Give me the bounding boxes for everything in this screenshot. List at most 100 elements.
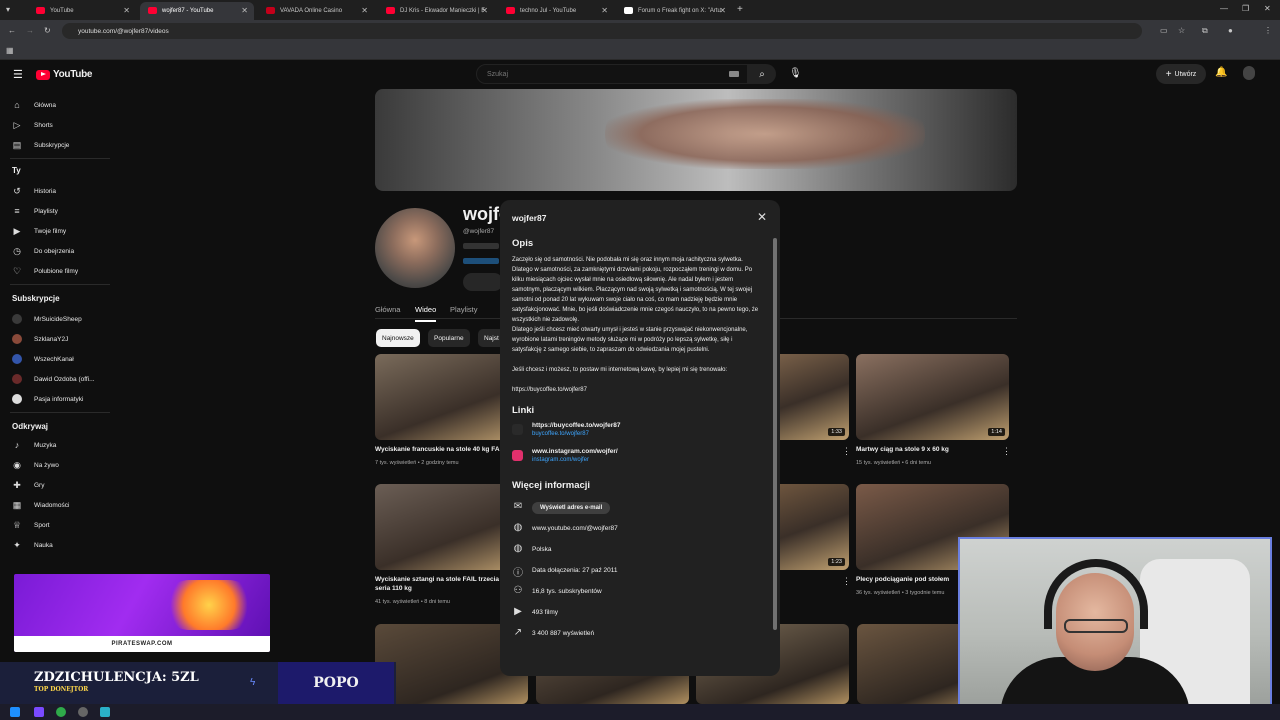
chip-popular[interactable]: Popularne — [428, 329, 470, 347]
bookmark-star-icon[interactable]: ☆ — [1178, 26, 1185, 35]
account-avatar[interactable] — [1243, 66, 1255, 80]
browser-tab-5[interactable]: techno Jul - YouTube ✕ — [498, 2, 614, 20]
sidebar-item-gamepad[interactable]: ✚ Gry — [12, 478, 44, 492]
tab-home[interactable]: Główna — [375, 305, 400, 314]
apps-grid-icon[interactable]: ▦ — [6, 46, 14, 55]
browser-tab-bar: ▾ YouTube ✕ wojfer87 - YouTube ✕ VAVADA … — [0, 0, 1280, 20]
lightning-icon: ϟ — [250, 677, 256, 688]
sidebar-item-shorts[interactable]: ▷ Shorts — [12, 118, 53, 132]
sidebar-item-history[interactable]: ↺ Historia — [12, 184, 56, 198]
link-buycoffee[interactable]: https://buycoffee.to/wojfer87 buycoffee.… — [512, 422, 760, 448]
browser-tab-6[interactable]: Forum o Freak fight on X: "Artu ✕ — [616, 2, 732, 20]
live-icon: ◉ — [13, 459, 21, 470]
link-url[interactable]: instagram.com/wojfer — [532, 457, 760, 463]
donation-subtitle: TOP DONEJTOR — [34, 686, 89, 693]
link-instagram[interactable]: www.instagram.com/wojfer/ instagram.com/… — [512, 448, 760, 474]
sidebar-item-live[interactable]: ◉ Na żywo — [12, 458, 59, 472]
tab-search-icon[interactable]: ▾ — [6, 5, 10, 14]
video-title[interactable]: Wyciskanie sztangi na stole FAIL trzecia… — [375, 576, 515, 594]
video-title[interactable]: Martwy ciąg na stole 9 x 60 kg — [856, 446, 996, 455]
browser-tab-4[interactable]: DJ Kris - Ekwador Manieczki | F ✕ — [378, 2, 494, 20]
search-input[interactable]: Szukaj — [476, 64, 748, 84]
close-tab-icon[interactable]: ✕ — [123, 6, 130, 15]
maximize-icon[interactable]: ❐ — [1242, 4, 1249, 13]
channel-avatar[interactable] — [375, 208, 455, 288]
description-heading: Opis — [512, 238, 534, 249]
channel-link-line[interactable] — [463, 258, 499, 264]
more-options-icon[interactable]: ⋮ — [1002, 446, 1011, 457]
chip-newest[interactable]: Najnowsze — [376, 329, 420, 347]
cast-icon[interactable]: ▭ — [1160, 26, 1168, 35]
sidebar-subs-heading[interactable]: Subskrypcje — [12, 294, 60, 303]
browser-tab-2-active[interactable]: wojfer87 - YouTube ✕ — [140, 2, 254, 20]
sidebar-item-trophy[interactable]: ♕ Sport — [12, 518, 50, 532]
microphone-icon[interactable]: 🎙 — [789, 68, 802, 79]
home-icon: ⌂ — [14, 100, 20, 110]
close-tab-icon[interactable]: ✕ — [481, 6, 488, 15]
sidebar-item-subscriptions[interactable]: ▤ Subskrypcje — [12, 138, 70, 152]
bookmarks-bar: ▦ — [0, 42, 1280, 60]
more-options-icon[interactable]: ⋮ — [842, 576, 851, 587]
sidebar-you-heading[interactable]: Ty — [12, 166, 21, 175]
minimize-icon[interactable]: — — [1220, 4, 1228, 13]
reload-icon[interactable]: ↻ — [44, 26, 51, 35]
video-thumbnail[interactable]: 1:14 — [856, 354, 1009, 440]
subscribe-button[interactable] — [463, 273, 503, 291]
sidebar-item-playlist[interactable]: ≡ Playlisty — [12, 204, 57, 218]
description-text: Zaczęło się od samotności. Nie podobała … — [512, 257, 759, 393]
dialog-scrollbar[interactable] — [773, 238, 777, 630]
close-tab-icon[interactable]: ✕ — [241, 6, 248, 15]
close-icon[interactable]: ✕ — [757, 210, 767, 224]
keyboard-icon[interactable] — [729, 71, 739, 77]
close-tab-icon[interactable]: ✕ — [361, 6, 368, 15]
close-window-icon[interactable]: ✕ — [1264, 4, 1271, 13]
sidebar-subscription[interactable]: Dawid Ozdoba (offi... — [12, 372, 95, 386]
show-email-button[interactable]: Wyświetl adres e-mail — [532, 501, 611, 514]
obs-icon[interactable] — [78, 707, 88, 717]
sidebar-item-clock[interactable]: ◷ Do obejrzenia — [12, 244, 74, 258]
youtube-play-icon — [36, 69, 50, 80]
address-bar[interactable]: youtube.com/@wojfer87/videos — [62, 23, 1142, 39]
sidebar-subscription[interactable]: MrSuicideSheep — [12, 312, 82, 326]
link-url[interactable]: buycoffee.to/wojfer87 — [532, 431, 760, 437]
browser-tab-3[interactable]: VAVADA Online Casino ✕ — [258, 2, 374, 20]
tab-playlists[interactable]: Playlisty — [450, 305, 478, 314]
back-icon[interactable]: ← — [8, 26, 16, 35]
sidebar-subscription[interactable]: Pasja informatyki — [12, 392, 84, 406]
sidebar-subscription[interactable]: WszechKanał — [12, 352, 74, 366]
browser-tab-1[interactable]: YouTube ✕ — [28, 2, 136, 20]
close-tab-icon[interactable]: ✕ — [601, 6, 608, 15]
create-button[interactable]: + Utwórz — [1156, 64, 1206, 84]
sidebar-item-label: Główna — [34, 101, 57, 109]
person-icon: ⚇ — [513, 585, 523, 596]
app-icon[interactable] — [100, 707, 110, 717]
chrome-menu-icon[interactable]: ⋮ — [1264, 26, 1272, 35]
sidebar-item-home[interactable]: ⌂ Główna — [12, 98, 56, 112]
gamepad-icon: ✚ — [13, 479, 21, 490]
app-icon[interactable] — [34, 707, 44, 717]
close-tab-icon[interactable]: ✕ — [719, 6, 726, 15]
extensions-icon[interactable]: ⧉ — [1202, 26, 1208, 36]
search-button[interactable]: ⌕ — [748, 64, 776, 84]
forward-icon[interactable]: → — [26, 26, 34, 35]
youtube-favicon-icon — [148, 7, 157, 14]
sidebar-subscription[interactable]: SzklanaY2J — [12, 332, 68, 346]
video-icon: ▶ — [13, 225, 21, 236]
start-icon[interactable] — [10, 707, 20, 717]
video-title[interactable]: Wyciskanie francuskie na stole 40 kg FA — [375, 446, 515, 455]
sidebar-item-news[interactable]: ▦ Wiadomości — [12, 498, 70, 512]
news-icon: ▦ — [12, 499, 22, 510]
youtube-logo[interactable]: YouTube — [36, 69, 93, 80]
sidebar-item-bulb[interactable]: ✦ Nauka — [12, 538, 53, 552]
sidebar-item-video[interactable]: ▶ Twoje filmy — [12, 224, 67, 238]
chrome-icon[interactable] — [56, 707, 66, 717]
notifications-bell-icon[interactable]: 🔔 — [1215, 67, 1227, 78]
bulb-icon: ✦ — [13, 539, 21, 550]
more-options-icon[interactable]: ⋮ — [842, 446, 851, 457]
sidebar-item-music[interactable]: ♪ Muzyka — [12, 438, 57, 452]
tab-videos[interactable]: Wideo — [415, 305, 437, 322]
profile-icon[interactable]: ● — [1228, 26, 1233, 35]
sidebar-item-like[interactable]: ♡ Polubione filmy — [12, 264, 78, 278]
hamburger-menu-icon[interactable]: ☰ — [13, 68, 23, 81]
new-tab-icon[interactable]: + — [737, 4, 743, 15]
